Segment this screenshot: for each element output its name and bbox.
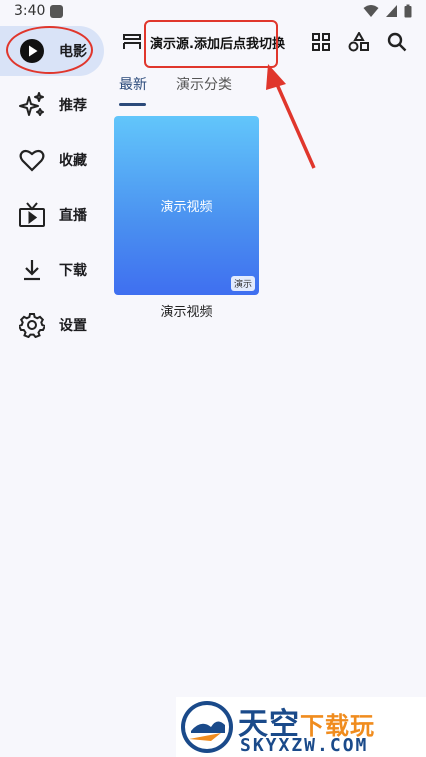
annotation-box	[144, 20, 278, 68]
wifi-icon	[363, 5, 379, 17]
rail-item-settings[interactable]: 设置	[0, 300, 104, 350]
video-card[interactable]: 演示视频 演示	[114, 116, 259, 295]
watermark: 天空下载玩 SKYXZW.COM	[176, 697, 426, 757]
card-badge: 演示	[230, 276, 255, 291]
tab-demo-category[interactable]: 演示分类	[176, 74, 232, 94]
heart-icon	[18, 146, 46, 174]
card-caption: 演示视频	[160, 305, 213, 320]
rail-item-download[interactable]: 下载	[0, 245, 104, 295]
rail-label-live: 直播	[59, 208, 87, 224]
source-icon[interactable]	[120, 30, 144, 54]
annotation-circle	[6, 26, 93, 74]
rail-label-settings: 设置	[59, 318, 87, 334]
annotation-arrow	[266, 64, 316, 169]
rail-item-favorites[interactable]: 收藏	[0, 135, 104, 185]
grid-icon[interactable]	[309, 30, 333, 54]
tab-latest[interactable]: 最新	[119, 74, 147, 94]
watermark-logo	[181, 701, 233, 753]
watermark-url: SKYXZW.COM	[240, 735, 369, 756]
search-icon[interactable]	[385, 30, 409, 54]
tv-icon	[18, 201, 46, 229]
signal-icon	[386, 5, 397, 17]
notification-icon	[50, 5, 63, 18]
download-icon	[18, 256, 46, 284]
rail-label-favorites: 收藏	[59, 153, 87, 169]
battery-icon	[404, 4, 412, 18]
sparkle-icon	[18, 91, 46, 119]
gear-icon	[18, 311, 46, 339]
category-icon[interactable]	[347, 30, 371, 54]
tab-indicator	[119, 103, 146, 106]
rail-item-recommend[interactable]: 推荐	[0, 80, 104, 130]
rail-label-download: 下载	[59, 263, 87, 279]
status-time: 3:40	[14, 3, 46, 19]
card-title: 演示视频	[160, 200, 213, 215]
rail-item-live[interactable]: 直播	[0, 190, 104, 240]
rail-label-recommend: 推荐	[59, 98, 87, 114]
status-icons	[363, 4, 412, 18]
